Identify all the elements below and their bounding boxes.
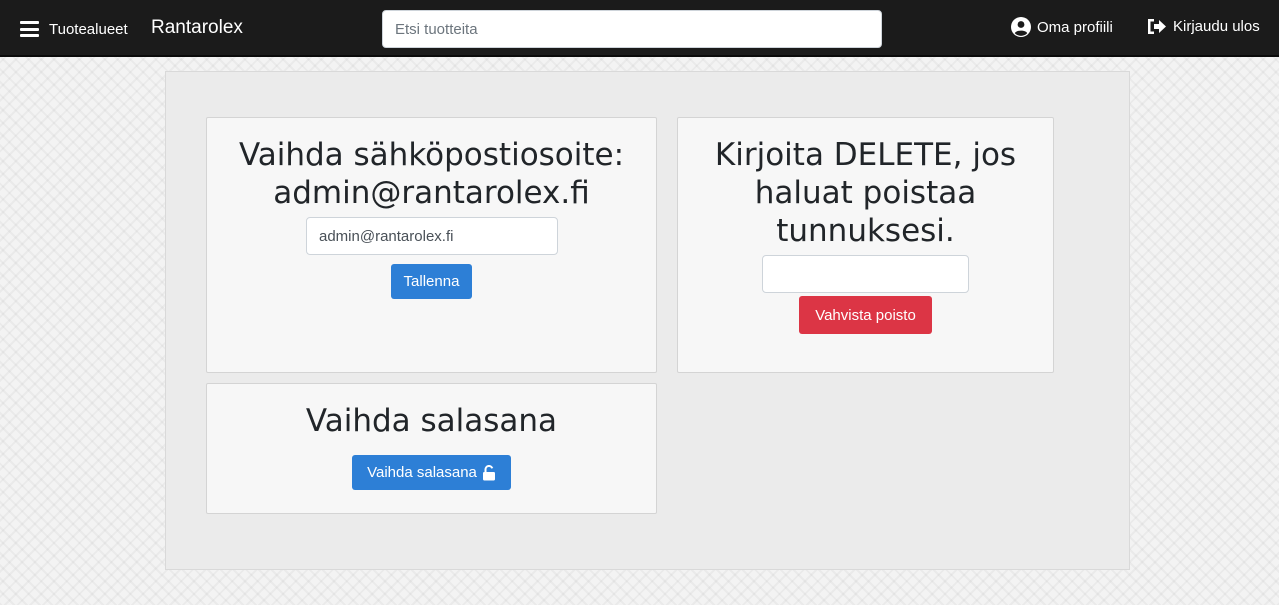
- logout-link[interactable]: Kirjaudu ulos: [1146, 17, 1260, 36]
- delete-confirm-input[interactable]: [762, 255, 969, 293]
- top-navbar: Tuotealueet Rantarolex Oma profiili Kirj…: [0, 0, 1279, 57]
- profile-link-label: Oma profiili: [1037, 18, 1113, 36]
- confirm-delete-button[interactable]: Vahvista poisto: [799, 296, 932, 334]
- profile-link[interactable]: Oma profiili: [1011, 17, 1113, 37]
- email-field[interactable]: [306, 217, 558, 255]
- current-email-text: admin@rantarolex.fi: [273, 175, 590, 211]
- search-input[interactable]: [382, 10, 882, 48]
- change-email-title-line1: Vaihda sähköpostiosoite:: [238, 137, 625, 173]
- sign-out-icon: [1148, 19, 1166, 34]
- delete-title-line1: Kirjoita DELETE, jos: [714, 137, 1017, 173]
- logout-link-label: Kirjaudu ulos: [1173, 18, 1260, 35]
- change-password-button[interactable]: Vaihda salasana: [352, 455, 511, 490]
- change-email-title: Vaihda sähköpostiosoite: admin@rantarole…: [207, 136, 656, 212]
- change-password-button-label: Vaihda salasana: [367, 464, 477, 481]
- hamburger-icon: [20, 21, 39, 37]
- categories-menu-button[interactable]: Tuotealueet: [20, 15, 128, 43]
- user-circle-icon: [1011, 17, 1031, 37]
- delete-title-line3: tunnuksesi.: [776, 213, 955, 249]
- delete-account-title: Kirjoita DELETE, jos haluat poistaa tunn…: [678, 136, 1053, 250]
- change-password-title: Vaihda salasana: [305, 403, 558, 439]
- categories-menu-label: Tuotealueet: [49, 20, 128, 38]
- save-email-button[interactable]: Tallenna: [391, 264, 472, 299]
- delete-account-card: Kirjoita DELETE, jos haluat poistaa tunn…: [677, 117, 1054, 373]
- unlock-icon: [482, 464, 495, 480]
- change-password-card: Vaihda salasana: [206, 383, 657, 514]
- delete-title-line2: haluat poistaa: [754, 175, 977, 211]
- brand-logo-text[interactable]: Rantarolex: [151, 17, 243, 39]
